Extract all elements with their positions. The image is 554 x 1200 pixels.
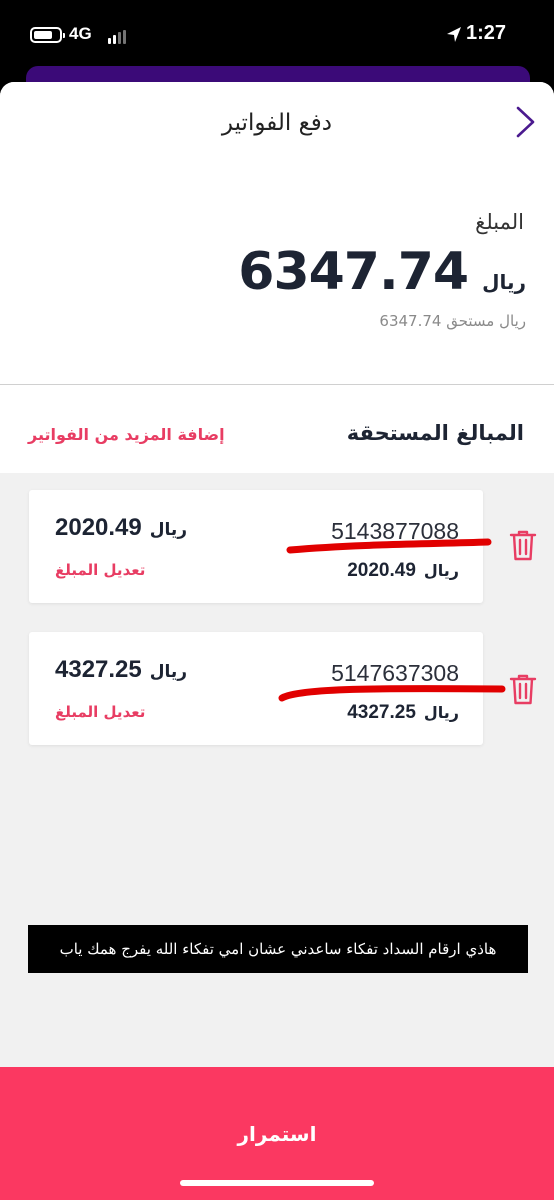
- bill-due-value: 4327.25: [347, 702, 416, 723]
- location-arrow-icon: [447, 27, 461, 42]
- bill-amount-currency: ريال: [149, 520, 188, 540]
- status-time: 1:27: [466, 22, 507, 44]
- total-amount-currency: ريال: [482, 270, 526, 294]
- bill-due-currency: ريال: [423, 703, 459, 722]
- bill-amount: 2020.49 ريال: [55, 514, 187, 542]
- bill-due-value: 2020.49: [347, 560, 416, 581]
- bill-card: 5147637308 4327.25 ريال تعديل المبلغ 432…: [29, 632, 483, 745]
- battery-icon: [30, 27, 65, 43]
- page-title: دفع الفواتير: [221, 110, 333, 136]
- total-amount-value: 6347.74: [238, 242, 469, 302]
- bill-amount-currency: ريال: [149, 662, 188, 682]
- bill-due-amount: 2020.49 ريال: [347, 560, 459, 582]
- network-type: 4G: [69, 24, 92, 43]
- add-more-bills-link[interactable]: إضافة المزيد من الفواتير: [28, 425, 225, 444]
- edit-amount-link[interactable]: تعديل المبلغ: [55, 561, 145, 579]
- note-overlay: هاذي ارقام السداد تفكاء ساعدني عشان امي …: [28, 925, 528, 973]
- trash-icon[interactable]: [508, 672, 538, 706]
- edit-amount-link[interactable]: تعديل المبلغ: [55, 703, 145, 721]
- amount-label: المبلغ: [475, 210, 524, 234]
- trash-icon[interactable]: [508, 528, 538, 562]
- home-indicator: [180, 1180, 374, 1186]
- bill-amount-value: 2020.49: [55, 514, 142, 541]
- bill-payment-sheet: دفع الفواتير المبلغ 6347.74 ريال 6347.74…: [0, 82, 554, 1200]
- due-amounts-header: المبالغ المستحقة إضافة المزيد من الفواتي…: [0, 385, 554, 473]
- bill-number: 5147637308: [331, 660, 459, 686]
- status-bar: 4G 1:27: [0, 0, 554, 70]
- bill-due-currency: ريال: [423, 561, 459, 580]
- bill-amount-value: 4327.25: [55, 656, 142, 683]
- bill-number: 5143877088: [331, 518, 459, 544]
- total-amount: 6347.74 ريال: [238, 242, 526, 302]
- amount-due-text: 6347.74 ريال مستحق: [379, 312, 526, 330]
- signal-icon: [108, 30, 128, 44]
- bill-amount: 4327.25 ريال: [55, 656, 187, 684]
- back-chevron-icon[interactable]: [514, 104, 538, 140]
- due-amounts-title: المبالغ المستحقة: [346, 421, 524, 445]
- bill-card: 5143877088 2020.49 ريال تعديل المبلغ 202…: [29, 490, 483, 603]
- bill-due-amount: 4327.25 ريال: [347, 702, 459, 724]
- summary-section: دفع الفواتير المبلغ 6347.74 ريال 6347.74…: [0, 82, 554, 385]
